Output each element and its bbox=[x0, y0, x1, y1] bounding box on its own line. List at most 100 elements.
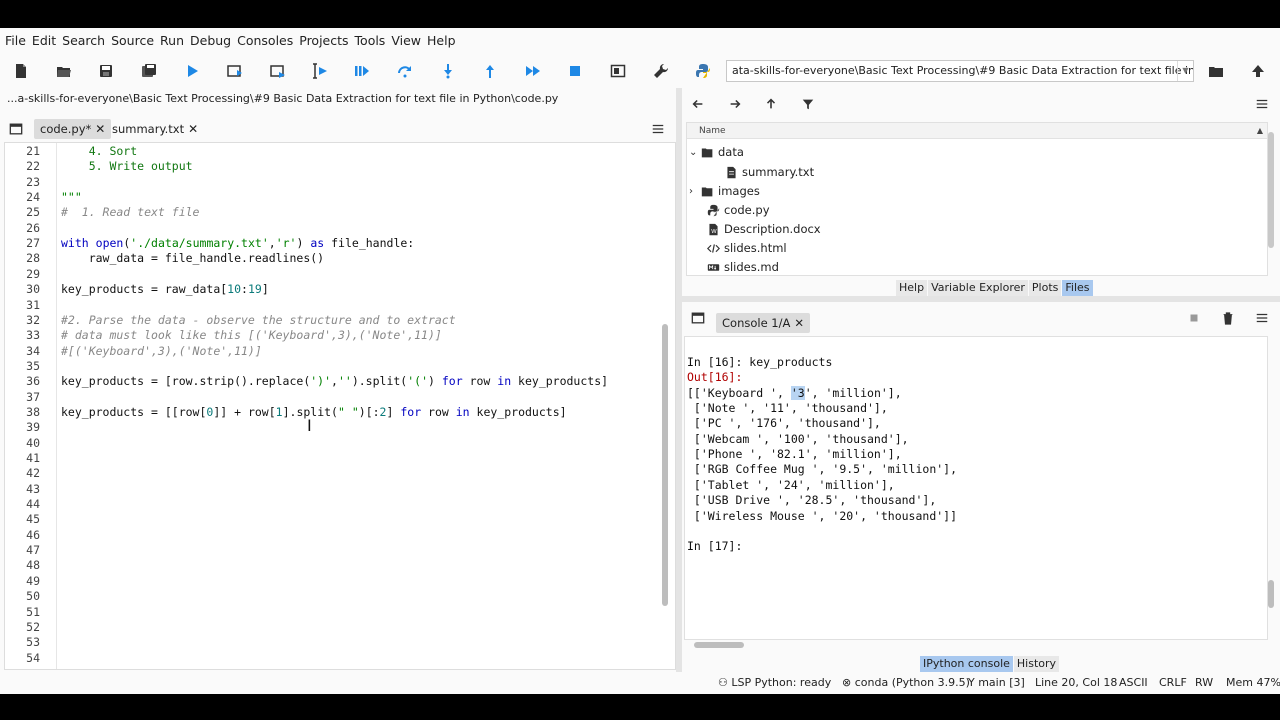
close-tab-icon[interactable]: ✕ bbox=[188, 122, 198, 136]
file-encoding: ASCII bbox=[1119, 676, 1148, 689]
stop-icon[interactable] bbox=[566, 62, 584, 80]
menu-edit[interactable]: Edit bbox=[32, 33, 56, 48]
working-directory-dropdown-icon[interactable]: ▼ bbox=[1177, 61, 1193, 81]
vertical-splitter[interactable] bbox=[676, 88, 682, 672]
console-horizontal-scrollbar[interactable] bbox=[694, 642, 1256, 648]
code-line[interactable]: # data must look like this [('Keyboard',… bbox=[61, 328, 442, 342]
editor-scrollbar[interactable] bbox=[662, 146, 668, 666]
tab-console-1a[interactable]: Console 1/A ✕ bbox=[716, 313, 811, 333]
name-column-header[interactable]: Name ▲ bbox=[687, 123, 1267, 139]
line-number: 31 bbox=[26, 297, 40, 312]
filter-icon[interactable] bbox=[800, 96, 816, 112]
forward-arrow-icon[interactable] bbox=[727, 96, 743, 112]
maximize-pane-icon[interactable] bbox=[609, 62, 627, 80]
preferences-wrench-icon[interactable] bbox=[652, 62, 670, 80]
file-explorer-tree[interactable]: Name ▲ ⌄ data summary.txt › images code.… bbox=[686, 122, 1268, 276]
browse-consoles-icon[interactable] bbox=[690, 310, 706, 326]
new-file-icon[interactable] bbox=[12, 62, 30, 80]
step-over-icon[interactable] bbox=[396, 62, 414, 80]
tab-summary-txt[interactable]: summary.txt ✕ bbox=[106, 119, 204, 139]
tab-code-py[interactable]: code.py* ✕ bbox=[34, 119, 112, 139]
tree-item-summary-txt[interactable]: summary.txt bbox=[725, 165, 814, 179]
menu-file[interactable]: File bbox=[5, 33, 26, 48]
menu-help[interactable]: Help bbox=[427, 33, 456, 48]
up-arrow-icon[interactable] bbox=[763, 96, 779, 112]
editor-options-menu-icon[interactable] bbox=[650, 121, 666, 137]
run-selection-icon[interactable] bbox=[311, 62, 329, 80]
menu-tools[interactable]: Tools bbox=[355, 33, 386, 48]
menu-view[interactable]: View bbox=[391, 33, 421, 48]
menu-projects[interactable]: Projects bbox=[299, 33, 348, 48]
code-area[interactable]: 4. Sort 5. Write output """ # 1. Read text… bbox=[61, 143, 643, 669]
code-line[interactable]: 4. Sort bbox=[61, 144, 137, 158]
browse-tabs-icon[interactable] bbox=[8, 121, 24, 137]
remove-variables-trash-icon[interactable] bbox=[1220, 310, 1236, 326]
tree-item-data[interactable]: ⌄ data bbox=[689, 145, 744, 159]
files-options-menu-icon[interactable] bbox=[1254, 96, 1270, 112]
chevron-down-icon[interactable]: ⌄ bbox=[689, 147, 701, 158]
tree-item-code-py[interactable]: code.py bbox=[707, 203, 770, 217]
code-line[interactable]: # 1. Read text file bbox=[61, 205, 199, 219]
debug-icon[interactable] bbox=[353, 62, 371, 80]
code-line[interactable]: key_products = raw_data[10:19] bbox=[61, 282, 269, 296]
code-line[interactable]: 5. Write output bbox=[61, 159, 193, 173]
code-line[interactable]: #[('Keyboard',3),('Note',11)] bbox=[61, 344, 262, 358]
working-directory-input[interactable]: ata-skills-for-everyone\Basic Text Proce… bbox=[726, 60, 1194, 82]
menu-run[interactable]: Run bbox=[160, 33, 184, 48]
tree-item-slides-md[interactable]: slides.md bbox=[707, 260, 779, 274]
code-line[interactable]: with open('./data/summary.txt','r') as f… bbox=[61, 236, 414, 250]
close-tab-icon[interactable]: ✕ bbox=[794, 316, 804, 330]
browse-folder-icon[interactable] bbox=[1207, 62, 1225, 80]
step-into-icon[interactable] bbox=[439, 62, 457, 80]
save-all-icon[interactable] bbox=[140, 62, 158, 80]
tab-plots[interactable]: Plots bbox=[1028, 280, 1062, 296]
interrupt-kernel-icon[interactable] bbox=[1186, 310, 1202, 326]
horizontal-splitter[interactable] bbox=[682, 296, 1280, 302]
python-path-icon[interactable] bbox=[694, 62, 712, 80]
back-arrow-icon[interactable] bbox=[690, 96, 706, 112]
code-line[interactable]: """ bbox=[61, 190, 82, 204]
console-vertical-scrollbar[interactable] bbox=[1268, 340, 1274, 636]
code-editor[interactable]: 21 22 23 24 25 26 27 28 29 30 31 32 33 34 35 36 37 38 39 40… bbox=[4, 142, 676, 670]
tab-variable-explorer[interactable]: Variable Explorer bbox=[928, 280, 1028, 296]
conda-status[interactable]: ⊗ conda (Python 3.9.5) bbox=[842, 676, 970, 689]
top-right-panel-tabs: Help Variable Explorer Plots Files bbox=[896, 280, 1094, 296]
tab-history[interactable]: History bbox=[1013, 656, 1060, 672]
run-icon[interactable] bbox=[183, 62, 201, 80]
tree-item-images[interactable]: › images bbox=[689, 184, 760, 198]
git-branch-icon: Y bbox=[968, 676, 979, 689]
open-file-icon[interactable] bbox=[55, 62, 73, 80]
ipython-console[interactable]: In [16]: key_products Out[16]: [['Keyboard… bbox=[684, 336, 1268, 640]
console-scroll-thumb[interactable] bbox=[1268, 580, 1274, 608]
line-number: 40 bbox=[26, 435, 40, 450]
tree-item-slides-html[interactable]: slides.html bbox=[707, 241, 787, 255]
git-status[interactable]: Y main [3] bbox=[968, 676, 1025, 689]
editor-scroll-thumb[interactable] bbox=[662, 324, 668, 606]
menu-source[interactable]: Source bbox=[111, 33, 154, 48]
console-options-menu-icon[interactable] bbox=[1254, 310, 1270, 326]
run-cell-icon[interactable] bbox=[226, 62, 244, 80]
tree-item-description-docx[interactable]: W Description.docx bbox=[707, 222, 821, 236]
run-cell-advance-icon[interactable] bbox=[269, 62, 287, 80]
parent-directory-icon[interactable] bbox=[1249, 62, 1267, 80]
code-line[interactable]: raw_data = file_handle.readlines() bbox=[61, 251, 324, 265]
menu-search[interactable]: Search bbox=[62, 33, 105, 48]
console-hscroll-thumb[interactable] bbox=[694, 642, 744, 648]
save-icon[interactable] bbox=[97, 62, 115, 80]
files-scroll-thumb[interactable] bbox=[1268, 132, 1274, 248]
status-bar: ⚇ LSP Python: ready ⊗ conda (Python 3.9.… bbox=[0, 672, 1280, 694]
continue-icon[interactable] bbox=[524, 62, 542, 80]
tab-files[interactable]: Files bbox=[1062, 280, 1093, 296]
text-cursor-icon: I bbox=[307, 416, 312, 435]
chevron-right-icon[interactable]: › bbox=[689, 186, 701, 197]
close-tab-icon[interactable]: ✕ bbox=[95, 122, 105, 136]
tab-ipython-console[interactable]: IPython console bbox=[920, 656, 1013, 672]
line-number: 35 bbox=[26, 358, 40, 373]
step-out-icon[interactable] bbox=[481, 62, 499, 80]
code-line[interactable]: key_products = [row.strip().replace(')',… bbox=[61, 374, 608, 388]
tab-help[interactable]: Help bbox=[896, 280, 928, 296]
menu-consoles[interactable]: Consoles bbox=[237, 33, 293, 48]
sort-arrow-icon[interactable]: ▲ bbox=[1257, 123, 1263, 139]
menu-debug[interactable]: Debug bbox=[190, 33, 231, 48]
code-line[interactable]: #2. Parse the data - observe the structu… bbox=[61, 313, 456, 327]
